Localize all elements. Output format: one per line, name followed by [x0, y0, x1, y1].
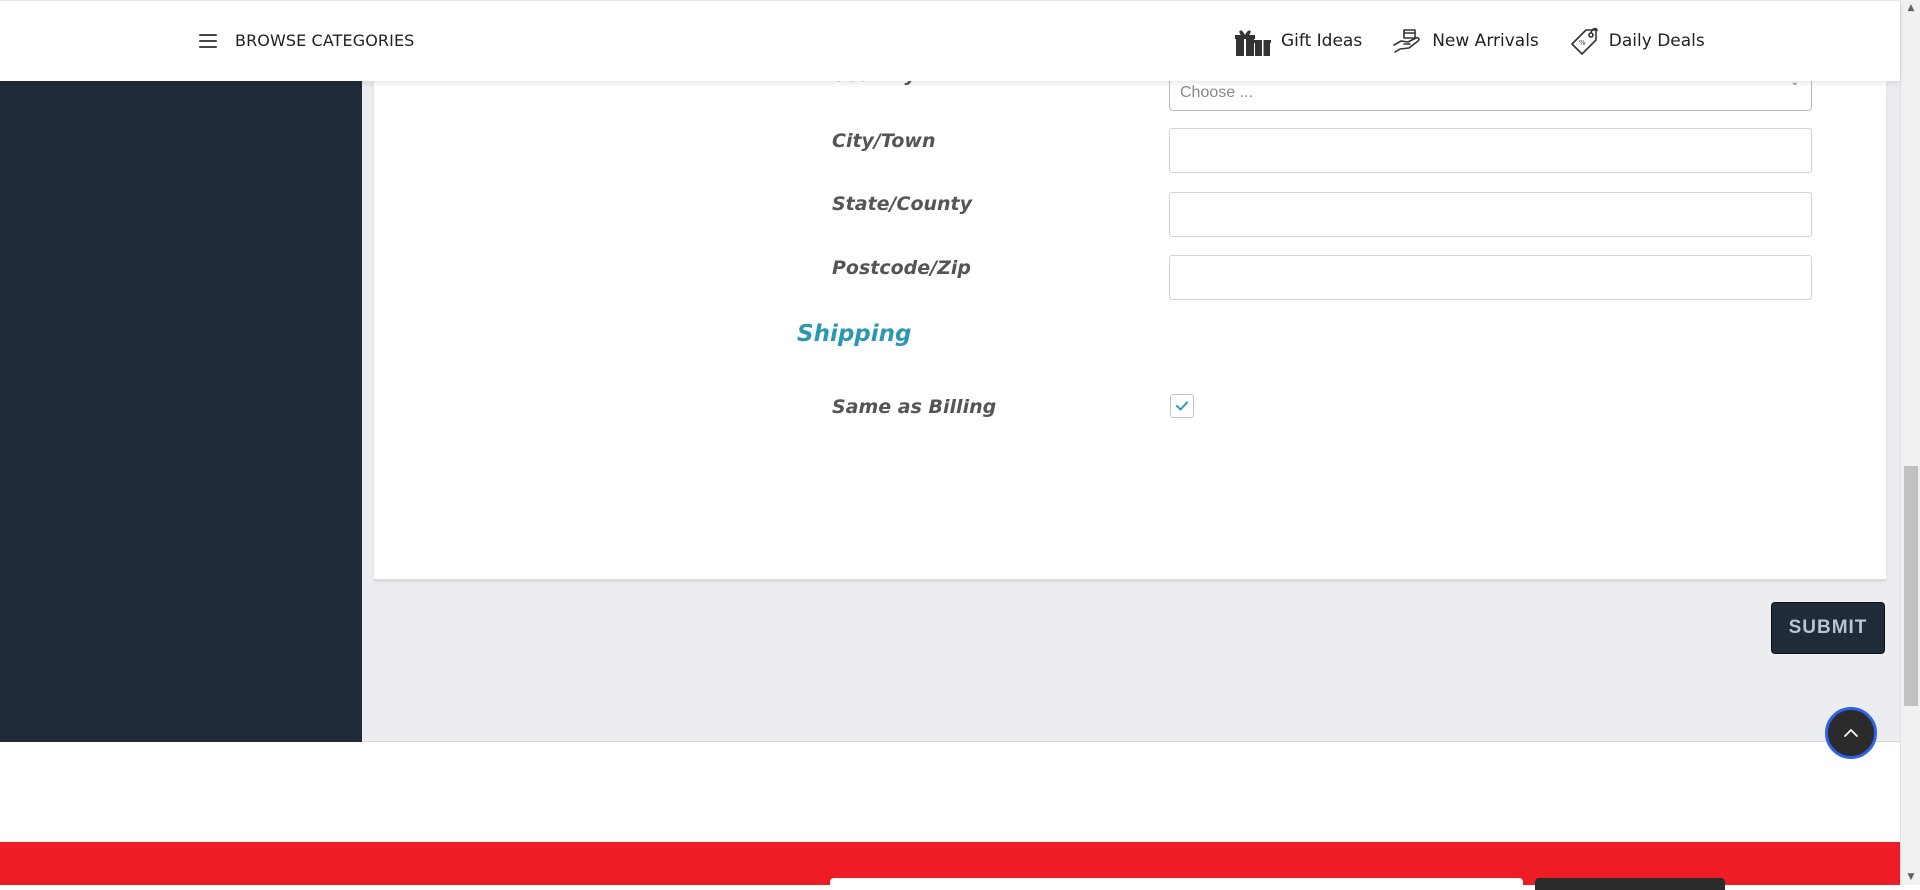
country-select[interactable]: Choose ... ⌄ — [1169, 77, 1812, 111]
nav-link-label: New Arrivals — [1432, 31, 1539, 51]
nav-link-label: Daily Deals — [1608, 31, 1705, 51]
state-label: State/County — [832, 193, 973, 215]
scroll-down-arrow-icon[interactable]: ▼ — [1901, 869, 1920, 885]
state-input[interactable] — [1169, 192, 1812, 237]
scrollbar-thumb[interactable] — [1904, 466, 1918, 706]
newsletter-input[interactable] — [830, 878, 1523, 890]
scroll-to-top-button[interactable] — [1825, 707, 1877, 759]
country-select-value: Choose ... — [1180, 84, 1253, 101]
nav-link-gift-ideas[interactable]: Gift Ideas — [1235, 25, 1362, 57]
svg-text:%: % — [1579, 39, 1586, 47]
postcode-label: Postcode/Zip — [832, 257, 972, 279]
price-tag-icon: % — [1570, 27, 1598, 55]
same-as-billing-label: Same as Billing — [832, 396, 997, 418]
nav-link-new-arrivals[interactable]: New Arrivals — [1392, 27, 1539, 55]
hamburger-menu-icon — [199, 33, 217, 48]
scroll-up-arrow-icon[interactable]: ▲ — [1901, 0, 1920, 16]
newsletter-subscribe-button[interactable] — [1535, 878, 1725, 890]
hand-box-icon — [1393, 29, 1420, 53]
same-as-billing-checkbox[interactable] — [1170, 394, 1194, 418]
nav-link-label: Gift Ideas — [1281, 31, 1363, 51]
city-input[interactable] — [1169, 128, 1812, 173]
shipping-heading: Shipping — [797, 321, 912, 347]
top-navigation-bar: BROWSE CATEGORIES Gift Ideas New Arrival… — [0, 0, 1900, 81]
city-label: City/Town — [832, 130, 936, 152]
browse-categories-button[interactable]: BROWSE CATEGORIES — [199, 31, 414, 50]
postcode-input[interactable] — [1169, 255, 1812, 300]
browse-categories-label: BROWSE CATEGORIES — [235, 31, 415, 50]
page-scrollbar[interactable]: ▲ ▼ — [1900, 0, 1920, 885]
chevron-up-icon — [1844, 729, 1858, 737]
submit-button[interactable]: SUBMIT — [1771, 602, 1885, 654]
main-content: Country Choose ... ⌄ City/Town State/Cou… — [362, 64, 1900, 742]
gift-icon — [1235, 30, 1271, 56]
checkmark-icon — [1176, 401, 1188, 411]
header-links: Gift Ideas New Arrivals % Daily Deals — [1235, 25, 1735, 57]
nav-link-daily-deals[interactable]: % Daily Deals — [1569, 26, 1705, 56]
footer-newsletter-band — [0, 842, 1900, 890]
left-sidebar — [0, 81, 362, 742]
address-form-card: Country Choose ... ⌄ City/Town State/Cou… — [374, 64, 1886, 581]
